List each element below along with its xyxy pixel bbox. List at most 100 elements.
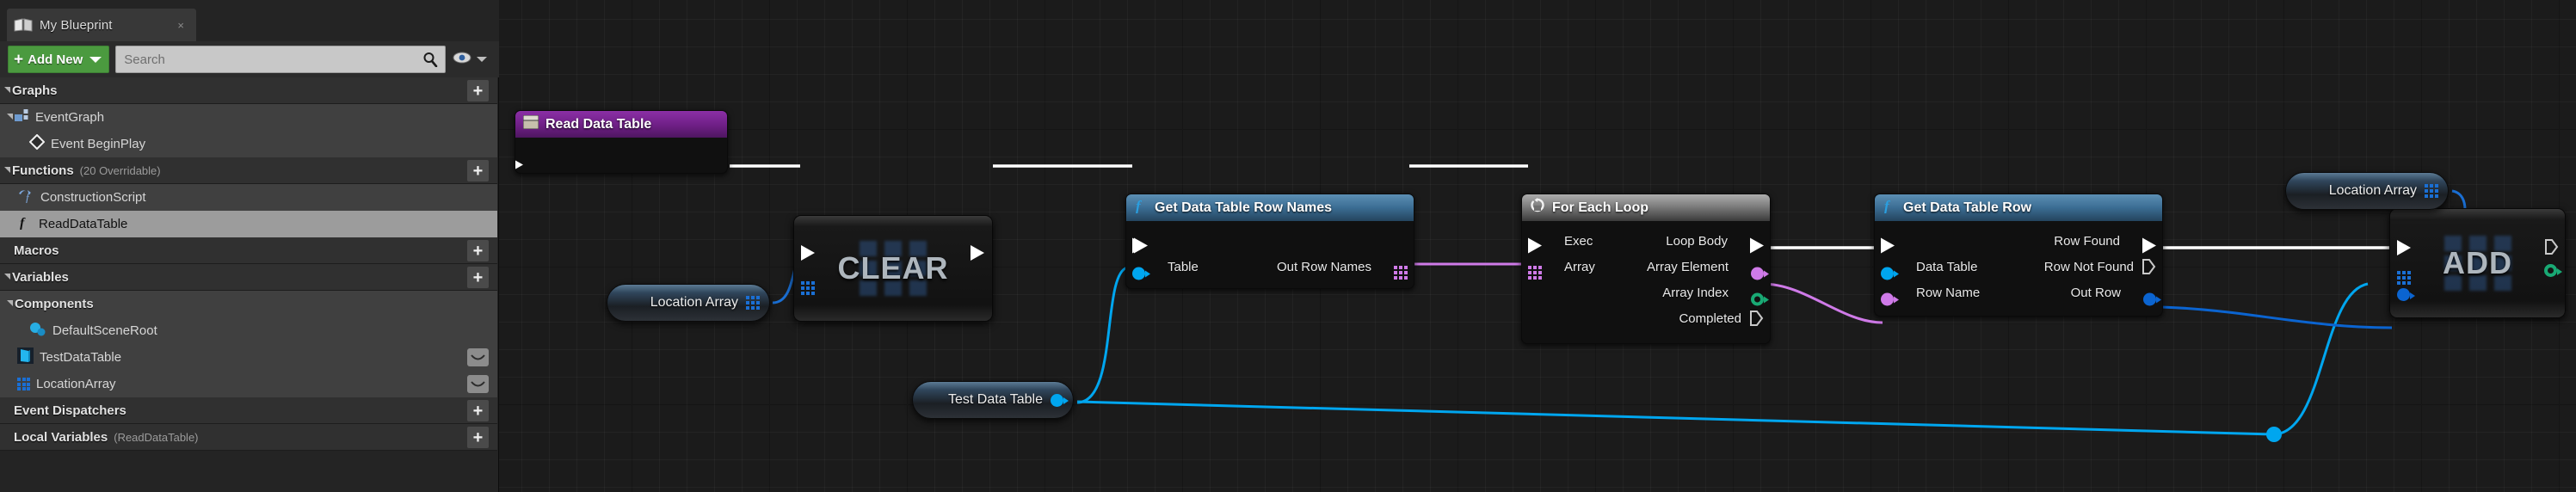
struct-wire	[2160, 305, 2393, 329]
array-input-pin[interactable]	[2397, 271, 2411, 285]
expander-triangle-icon[interactable]	[4, 86, 10, 93]
exec-input-pin[interactable]	[801, 245, 815, 261]
completed-output-pin[interactable]	[1749, 310, 1764, 327]
datatable-icon	[17, 347, 34, 368]
tree-item-constructionscript[interactable]: f ConstructionScript	[0, 184, 497, 211]
new-item-input-pin[interactable]	[2397, 288, 2415, 301]
add-new-button[interactable]: + Add New	[8, 46, 110, 73]
expander-triangle-icon[interactable]	[7, 300, 13, 306]
add-graph-button[interactable]: +	[467, 80, 489, 101]
data-table-input-pin[interactable]	[1881, 267, 1899, 280]
node-add[interactable]: ADD	[2389, 208, 2566, 318]
svg-text:f: f	[1136, 198, 1143, 213]
search-input[interactable]: Search	[115, 46, 446, 73]
array-input-pin[interactable]	[1528, 266, 1542, 280]
object-output-pin[interactable]	[1051, 393, 1069, 407]
function-icon: f	[1134, 198, 1148, 218]
exec-output-pin[interactable]	[2544, 238, 2559, 255]
add-macro-button[interactable]: +	[467, 240, 489, 261]
pin-label-out-row: Out Row	[2070, 285, 2121, 300]
tree-item-label: TestDataTable	[40, 350, 122, 365]
node-title: Read Data Table	[545, 116, 652, 132]
plus-icon: +	[14, 50, 24, 69]
section-label: Macros	[14, 243, 59, 258]
section-label: Variables	[12, 269, 69, 285]
tree-section-variables[interactable]: Variables +	[0, 264, 497, 291]
pin-label-table: Table	[1168, 259, 1199, 274]
variable-visibility-toggle[interactable]	[467, 348, 489, 366]
function-icon: f	[17, 214, 33, 234]
function-icon: f	[1883, 198, 1896, 218]
node-pin-row	[515, 138, 727, 173]
loop-body-output-pin[interactable]	[1750, 237, 1764, 254]
array-index-output-pin[interactable]	[1751, 292, 1769, 305]
node-get-data-table-row[interactable]: f Get Data Table Row Row Found Data Tabl…	[1874, 194, 2163, 317]
add-function-button[interactable]: +	[467, 160, 489, 181]
exec-output-pin[interactable]	[515, 157, 523, 173]
add-variable-button[interactable]: +	[467, 267, 489, 288]
node-pin-row: Table Out Row Names	[1126, 254, 1414, 280]
svg-text:f: f	[20, 216, 26, 230]
close-icon[interactable]: ×	[177, 20, 184, 31]
return-index-output-pin[interactable]	[2544, 264, 2562, 277]
event-graph-icon	[15, 108, 29, 126]
pin-label-loop-body: Loop Body	[1666, 233, 1728, 249]
node-get-test-data-table[interactable]: Test Data Table	[912, 381, 1074, 419]
node-pin-row: Data Table Row Not Found	[1875, 254, 2162, 280]
section-label: Graphs	[12, 83, 58, 98]
array-output-pin[interactable]	[2425, 184, 2438, 198]
expander-triangle-icon[interactable]	[4, 166, 10, 173]
exec-output-pin[interactable]	[1134, 237, 1148, 254]
table-input-pin[interactable]	[1132, 267, 1150, 280]
node-pin-row	[1126, 228, 1414, 254]
expander-triangle-icon[interactable]	[7, 114, 13, 120]
node-get-location-array-1[interactable]: Location Array	[607, 284, 770, 322]
node-get-location-array-2[interactable]: Location Array	[2285, 172, 2449, 210]
row-name-input-pin[interactable]	[1881, 292, 1899, 305]
tree-section-graphs[interactable]: Graphs +	[0, 77, 497, 104]
exec-input-pin[interactable]	[1881, 237, 1895, 254]
pin-label-data-table: Data Table	[1916, 259, 1978, 274]
tree-item-eventgraph[interactable]: EventGraph	[0, 104, 497, 131]
tree-item-testdatatable[interactable]: TestDataTable	[0, 344, 497, 371]
add-event-dispatcher-button[interactable]: +	[467, 400, 489, 421]
array-input-pin[interactable]	[801, 281, 815, 295]
pin-label-array: Array	[1564, 259, 1595, 274]
exec-input-pin[interactable]	[1528, 237, 1542, 254]
tree-item-components[interactable]: Components	[0, 291, 497, 317]
tree-item-defaultsceneroot[interactable]: DefaultSceneRoot	[0, 317, 497, 344]
row-not-found-output-pin[interactable]	[2142, 258, 2156, 275]
tree-section-functions[interactable]: Functions (20 Overridable) +	[0, 157, 497, 184]
node-body: Row Found Data Table Row Not Found Row N…	[1875, 221, 2162, 316]
section-label: Local Variables	[14, 429, 108, 445]
expander-triangle-icon[interactable]	[4, 273, 10, 280]
row-found-output-pin[interactable]	[2142, 237, 2156, 254]
tree-item-readdatatable[interactable]: f ReadDataTable	[0, 211, 497, 237]
array-output-pin[interactable]	[746, 296, 760, 310]
node-title-bar: Read Data Table	[515, 111, 727, 138]
tree-item-label: ReadDataTable	[39, 217, 128, 231]
tree-item-event-beginplay[interactable]: Event BeginPlay	[0, 131, 497, 157]
tree-section-local-variables[interactable]: Local Variables (ReadDataTable) +	[0, 424, 497, 451]
tree-section-event-dispatchers[interactable]: Event Dispatchers +	[0, 397, 497, 424]
node-title-bar: For Each Loop	[1522, 194, 1770, 221]
node-get-data-table-row-names[interactable]: f Get Data Table Row Names Table Out Row…	[1125, 194, 1414, 289]
exec-input-pin[interactable]	[2397, 240, 2411, 256]
add-local-variable-button[interactable]: +	[467, 427, 489, 448]
array-element-output-pin[interactable]	[1751, 267, 1769, 280]
object-wire	[2272, 282, 2369, 436]
node-read-data-table[interactable]: Read Data Table	[515, 110, 728, 174]
tree-item-locationarray[interactable]: LocationArray	[0, 371, 497, 397]
event-graph-canvas[interactable]: Read Data Table CLEAR f Get Data Table R…	[499, 0, 2576, 492]
node-title-bar: f Get Data Table Row Names	[1126, 194, 1414, 221]
out-row-names-output-pin[interactable]	[1394, 266, 1408, 280]
tab-my-blueprint[interactable]: My Blueprint ×	[7, 9, 196, 41]
tree-section-macros[interactable]: Macros +	[0, 237, 497, 264]
variable-visibility-toggle[interactable]	[467, 375, 489, 393]
out-row-output-pin[interactable]	[2143, 292, 2161, 305]
exec-output-pin[interactable]	[971, 245, 984, 261]
node-clear[interactable]: CLEAR	[793, 215, 993, 322]
visibility-filter-button[interactable]	[453, 52, 487, 68]
node-for-each-loop[interactable]: For Each Loop Exec Loop Body Array Array…	[1521, 194, 1771, 344]
object-wire	[1076, 400, 2274, 436]
